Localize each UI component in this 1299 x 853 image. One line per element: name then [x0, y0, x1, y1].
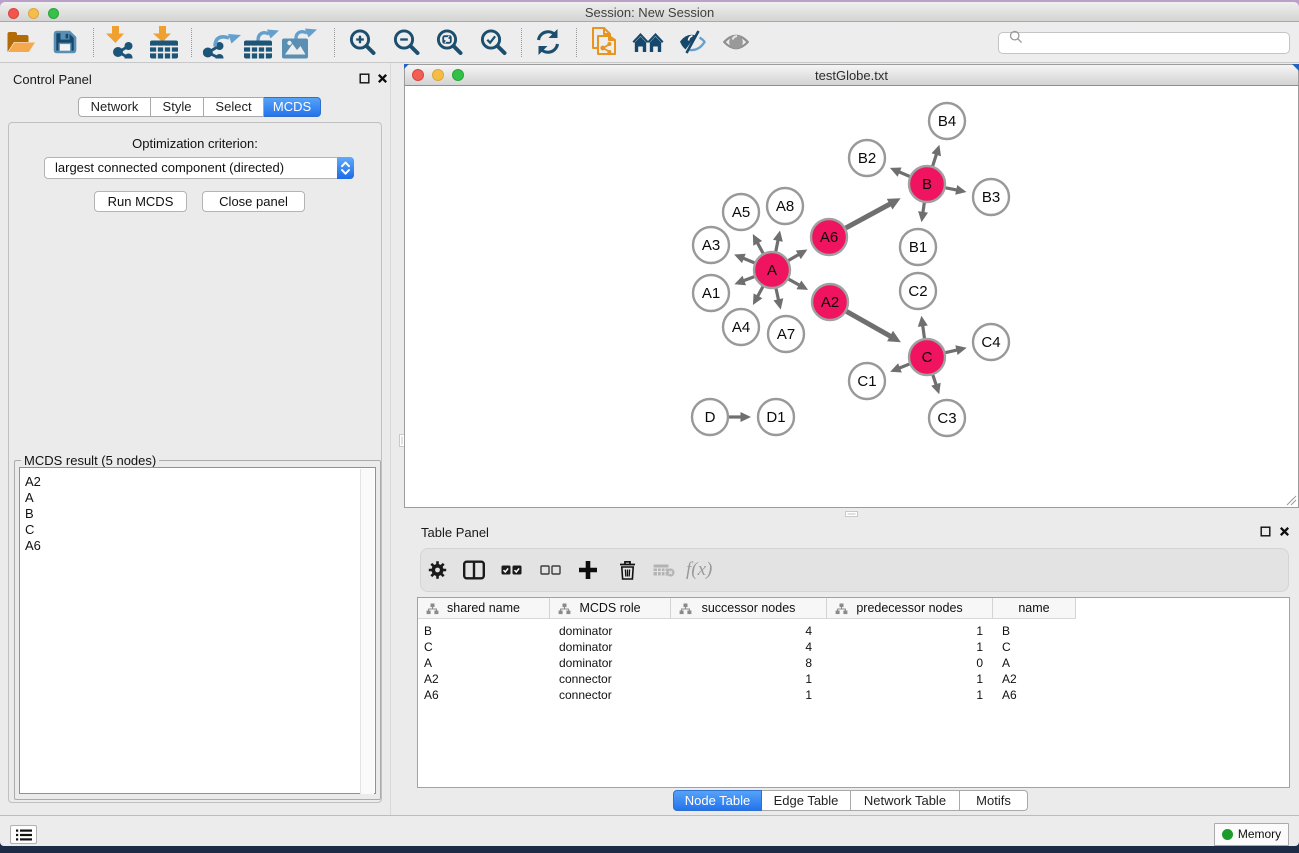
svg-text:D1: D1: [766, 409, 785, 426]
svg-text:C1: C1: [857, 373, 876, 390]
svg-text:C2: C2: [908, 283, 927, 300]
svg-text:B2: B2: [858, 150, 876, 167]
svg-text:A1: A1: [702, 285, 720, 302]
svg-text:A5: A5: [732, 204, 750, 221]
svg-text:A4: A4: [732, 319, 750, 336]
svg-text:B4: B4: [938, 113, 956, 130]
svg-text:B1: B1: [909, 239, 927, 256]
svg-text:C4: C4: [981, 334, 1000, 351]
svg-text:A7: A7: [777, 326, 795, 343]
svg-text:A3: A3: [702, 237, 720, 254]
svg-text:A6: A6: [820, 229, 838, 246]
svg-text:C3: C3: [937, 410, 956, 427]
svg-text:A: A: [767, 262, 777, 279]
svg-text:B: B: [922, 176, 932, 193]
svg-text:D: D: [705, 409, 716, 426]
svg-text:C: C: [922, 349, 933, 366]
svg-text:A8: A8: [776, 198, 794, 215]
svg-text:B3: B3: [982, 189, 1000, 206]
svg-text:A2: A2: [821, 294, 839, 311]
